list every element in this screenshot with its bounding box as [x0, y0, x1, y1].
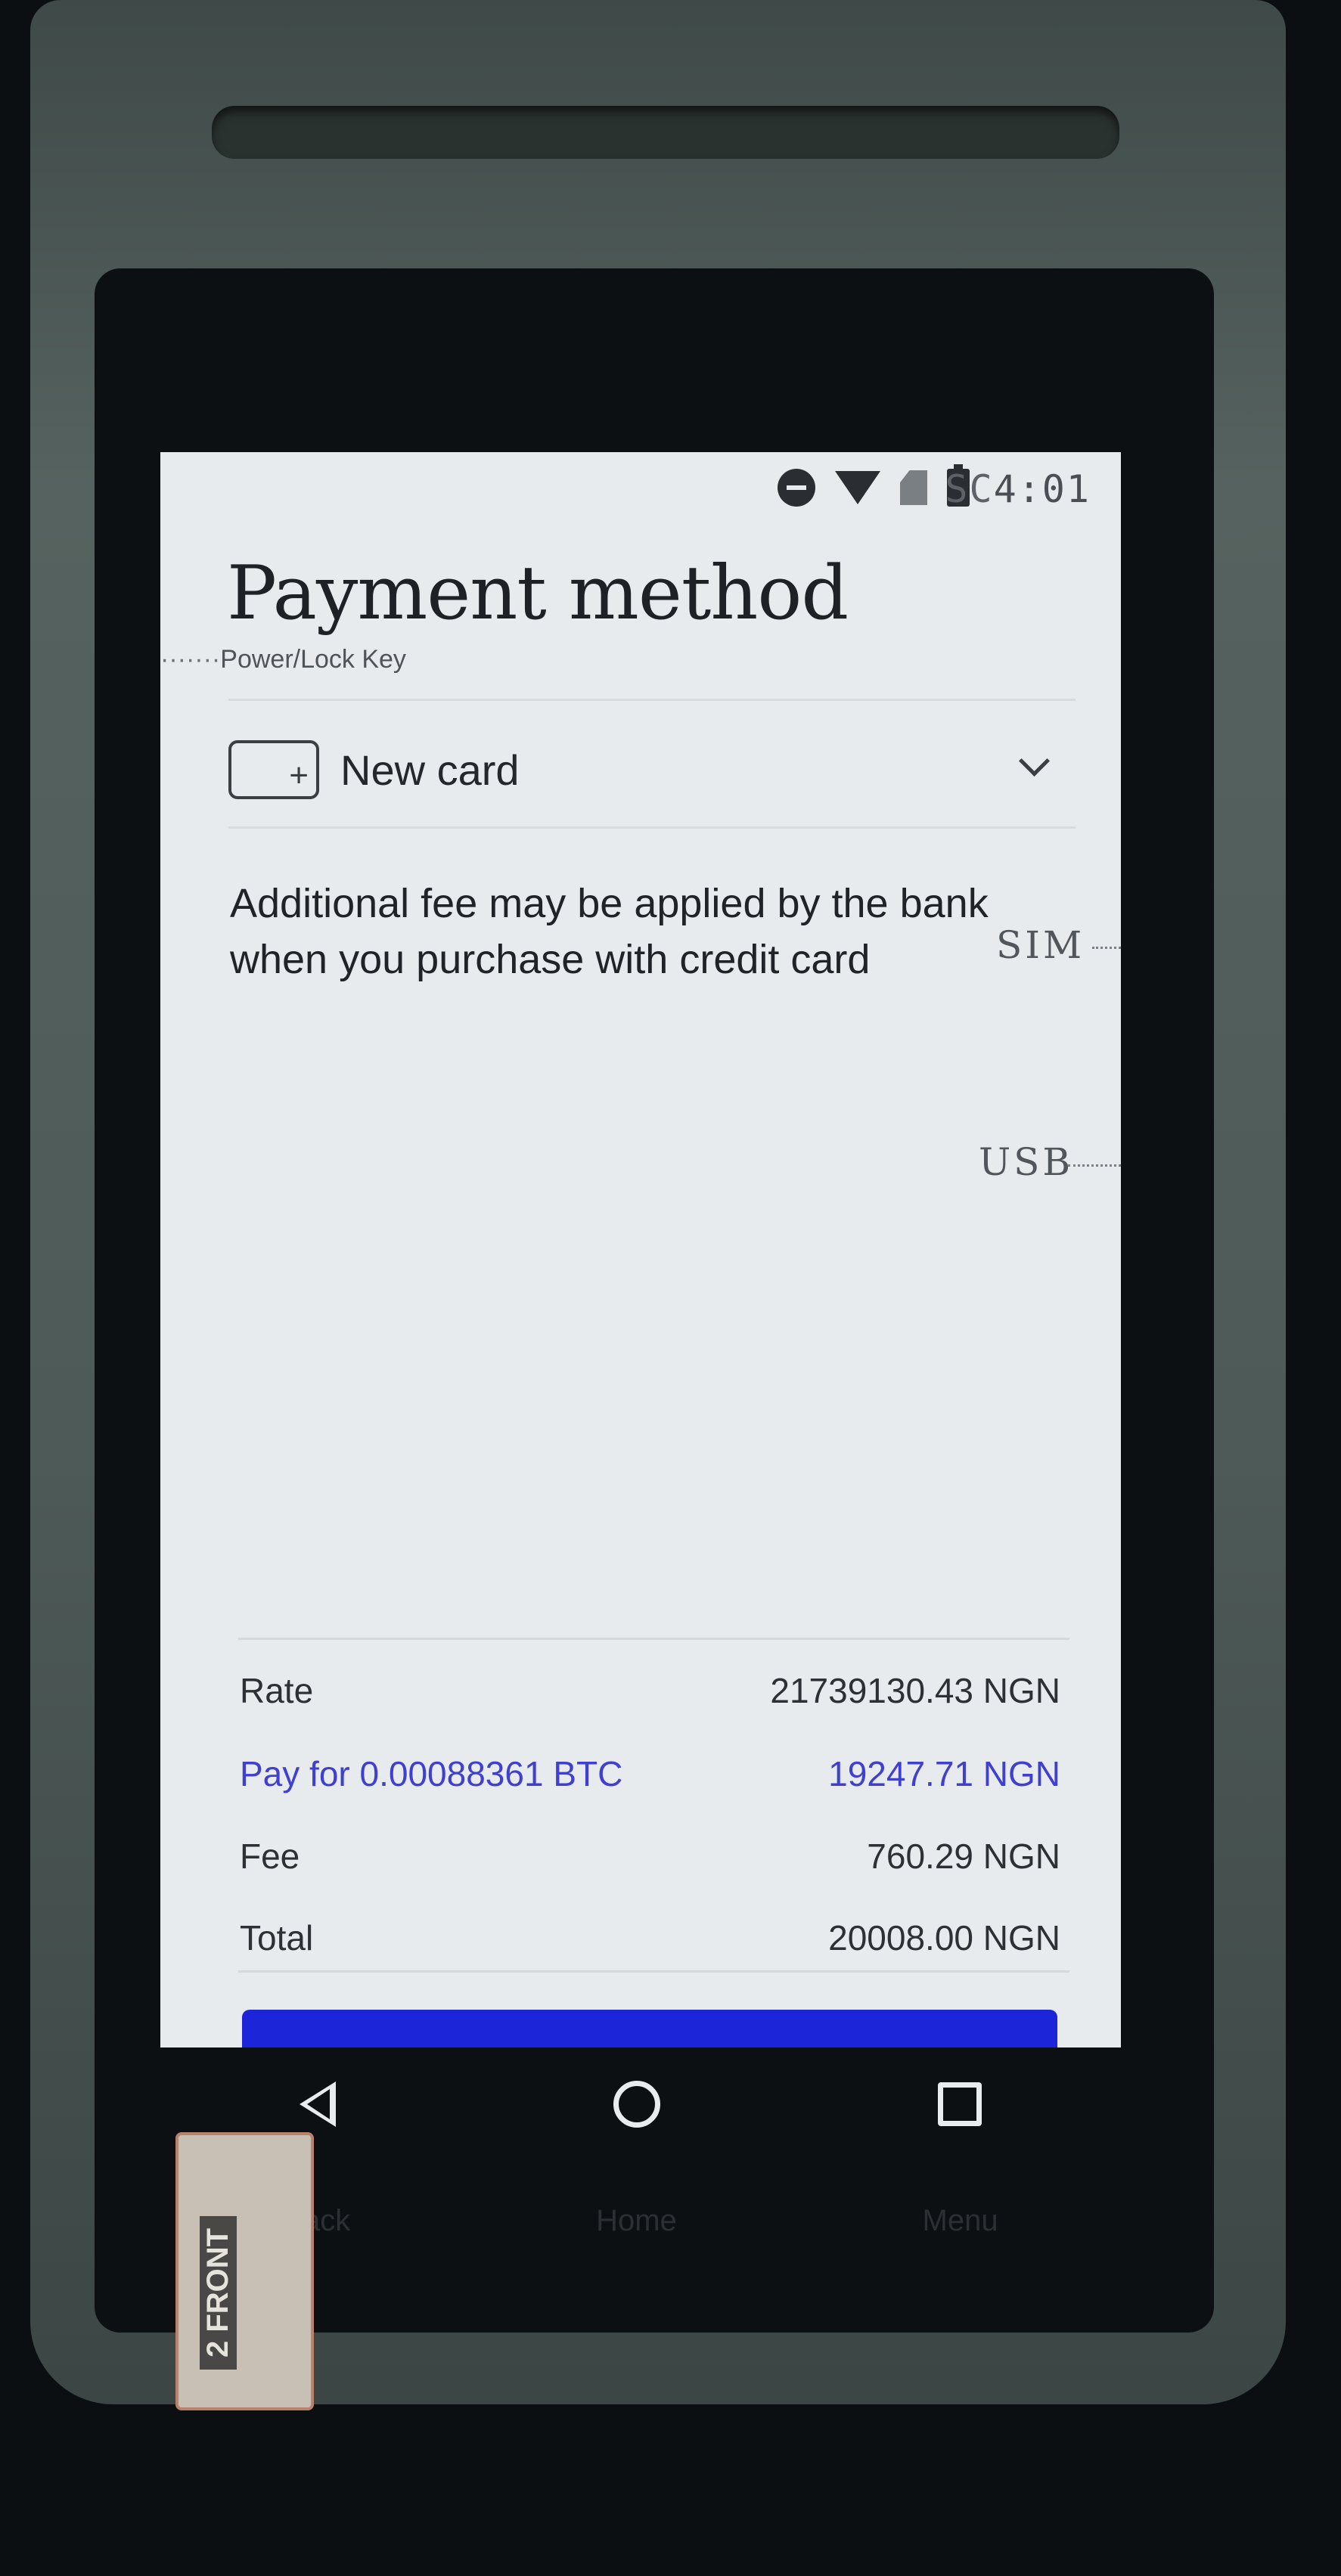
sticker-text: 2 FRONT — [200, 2215, 237, 2370]
usb-callout: USB — [979, 1140, 1074, 1184]
pay-button[interactable] — [242, 2010, 1057, 2047]
summary-divider-top — [238, 1638, 1069, 1640]
summary-row-value: 20008.00 NGN — [828, 1918, 1060, 1958]
chevron-down-icon[interactable] — [1018, 745, 1051, 777]
hw-home-label: Home — [596, 2204, 677, 2237]
divider — [228, 826, 1076, 829]
back-icon[interactable] — [299, 2082, 336, 2127]
payment-method-selector[interactable]: + New card — [228, 724, 1076, 815]
app-screen: SC4:01 Payment method ·······Power/Lock … — [160, 452, 1121, 2047]
page-title: Payment method — [227, 550, 849, 637]
payment-method-label: New card — [340, 746, 520, 794]
summary-row-value: 19247.71 NGN — [828, 1754, 1060, 1793]
sim-callout: SIM — [996, 923, 1085, 967]
do-not-disturb-icon — [778, 469, 815, 507]
usb-callout-line — [1068, 1164, 1121, 1167]
summary-row: Pay for 0.00088361 BTC 19247.71 NGN — [240, 1747, 1060, 1800]
summary-row-label: Fee — [240, 1837, 300, 1876]
sim-callout-line — [1092, 947, 1121, 949]
hw-menu-label: Menu — [922, 2204, 998, 2237]
summary-row-value: 760.29 NGN — [867, 1837, 1060, 1876]
summary-divider-bottom — [238, 1970, 1069, 1973]
summary-row: Fee 760.29 NGN — [240, 1830, 1060, 1883]
recents-icon[interactable] — [938, 2082, 982, 2126]
summary-row-label: Rate — [240, 1671, 314, 1710]
clock-overlay-label: SC — [945, 467, 994, 511]
status-bar: SC4:01 — [160, 452, 1121, 528]
home-icon[interactable] — [613, 2081, 660, 2128]
wifi-icon — [835, 471, 880, 504]
summary-row: Rate 21739130.43 NGN — [240, 1664, 1060, 1717]
summary-row-value: 21739130.43 NGN — [770, 1671, 1060, 1710]
front-sticker: 2 FRONT — [175, 2132, 314, 2410]
status-clock: SC4:01 — [945, 467, 1091, 511]
no-sim-icon — [900, 470, 927, 505]
summary-row: Total 20008.00 NGN — [240, 1911, 1060, 1964]
plus-icon: + — [289, 757, 309, 794]
clock-time: 4:01 — [993, 467, 1091, 511]
divider — [228, 699, 1076, 701]
power-lock-callout: ·······Power/Lock Key — [160, 645, 406, 674]
power-lock-label: Power/Lock Key — [220, 645, 406, 674]
summary-row-label: Pay for 0.00088361 BTC — [240, 1754, 623, 1793]
add-card-icon: + — [228, 740, 319, 799]
summary-row-label: Total — [240, 1918, 314, 1958]
callout-dots: ······· — [160, 645, 221, 674]
fee-notice-text: Additional fee may be applied by the ban… — [230, 881, 989, 982]
printer-slot — [212, 106, 1119, 159]
